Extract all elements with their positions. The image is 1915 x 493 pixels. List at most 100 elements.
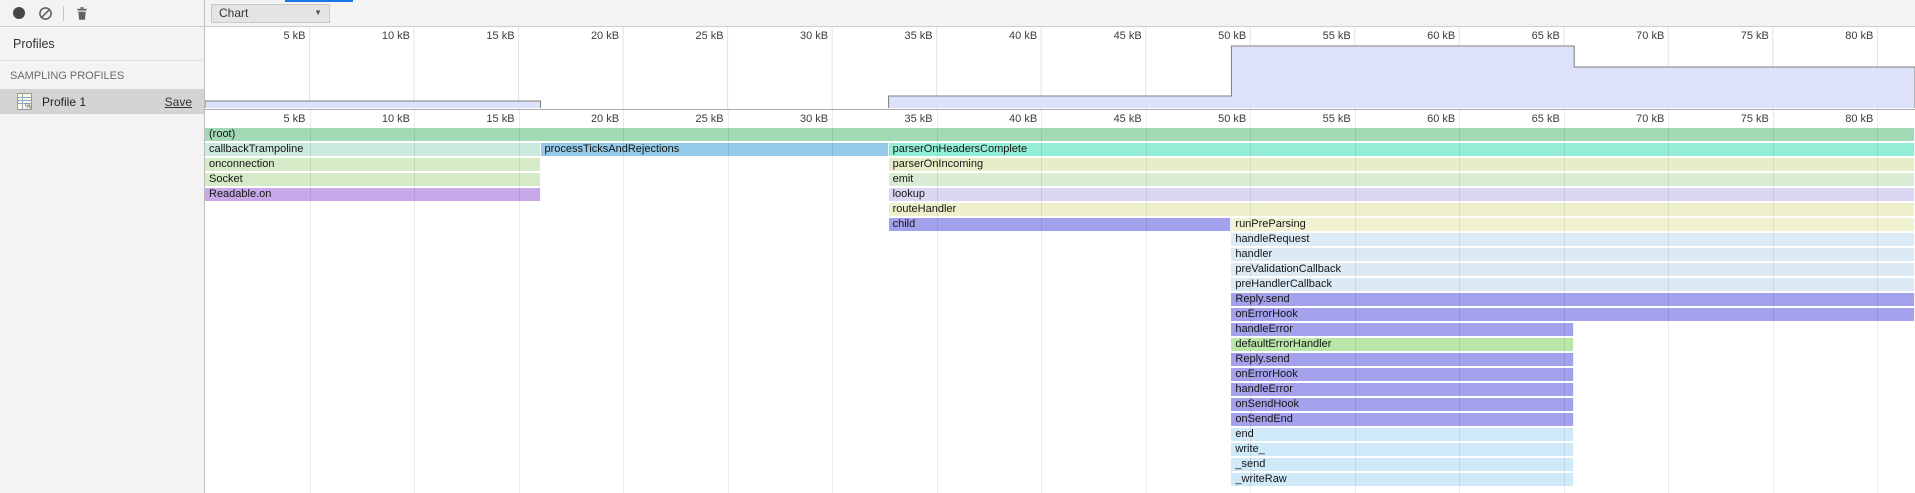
axis-tick-label: 50 kB [1176,113,1246,125]
flame-row: onconnection parserOnIncoming [205,157,1915,172]
chart-area: 5 kB10 kB15 kB20 kB25 kB30 kB35 kB40 kB4… [205,27,1915,493]
flame-row: childrunPreParsing [205,217,1915,232]
flame-rows: (root)callbackTrampolineprocessTicksAndR… [205,127,1915,487]
flame-row: Readable.on lookup [205,187,1915,202]
flame-bar[interactable]: onSendEnd [1231,413,1574,426]
flame-bar[interactable]: handleError [1231,323,1574,336]
sidebar-title: Profiles [0,27,204,61]
flame-row: handleError [205,382,1915,397]
toolbar-right: Chart ▼ [205,0,1915,26]
flame-bar[interactable]: onErrorHook [1231,368,1574,381]
flame-bar[interactable]: lookup [889,188,1915,201]
flame-bar[interactable]: write_ [1231,443,1574,456]
flame-row: preValidationCallback [205,262,1915,277]
flame-bar[interactable]: callbackTrampoline [205,143,541,156]
clear-button[interactable] [32,1,58,25]
axis-tick-label: 60 kB [1385,113,1455,125]
chart-view-select-value: Chart [219,6,248,20]
axis-tick-label: 55 kB [1281,113,1351,125]
flame-bar[interactable]: Readable.on [205,188,541,201]
toolbar: Chart ▼ [0,0,1915,27]
panel-body: Profiles SAMPLING PROFILES % Profile 1 S… [0,27,1915,493]
flame-bar[interactable]: runPreParsing [1231,218,1915,231]
flame-row: onSendHook [205,397,1915,412]
flame-bar[interactable]: onSendHook [1231,398,1574,411]
toolbar-separator [63,6,64,21]
flame-row: write_ [205,442,1915,457]
flame-row: defaultErrorHandler [205,337,1915,352]
flame-bar[interactable]: onErrorHook [1231,308,1915,321]
flame-ruler: 5 kB10 kB15 kB20 kB25 kB30 kB35 kB40 kB4… [205,110,1915,127]
flame-bar[interactable]: Reply.send [1231,353,1574,366]
flame-bar[interactable]: emit [889,173,1915,186]
flame-bar[interactable]: parserOnIncoming [889,158,1915,171]
save-profile-link[interactable]: Save [165,95,192,109]
flame-bar[interactable]: Socket [205,173,541,186]
flame-bar[interactable]: handleError [1231,383,1574,396]
axis-tick-label: 80 kB [1803,113,1873,125]
trash-icon [75,6,89,21]
flame-row: (root) [205,127,1915,142]
flame-bar[interactable]: routeHandler [889,203,1915,216]
profile-name: Profile 1 [42,95,165,109]
chart-view-select[interactable]: Chart ▼ [211,4,330,23]
chevron-down-icon: ▼ [314,9,322,17]
axis-tick-label: 40 kB [967,113,1037,125]
flame-chart-pane: 5 kB10 kB15 kB20 kB25 kB30 kB35 kB40 kB4… [205,110,1915,493]
flame-row: _send [205,457,1915,472]
flame-bar[interactable]: Reply.send [1231,293,1915,306]
flame-row: end [205,427,1915,442]
sampling-profiles-section-header: SAMPLING PROFILES [0,61,204,89]
axis-tick-label: 20 kB [549,113,619,125]
axis-tick-label: 70 kB [1594,113,1664,125]
memory-profiler-panel: Chart ▼ Profiles SAMPLING PROFILES % [0,0,1915,493]
axis-tick-label: 65 kB [1490,113,1560,125]
flame-bar[interactable]: preHandlerCallback [1231,278,1915,291]
active-tab-indicator [285,0,353,2]
flame-row: preHandlerCallback [205,277,1915,292]
axis-tick-label: 45 kB [1072,113,1142,125]
flame-row: _writeRaw [205,472,1915,487]
flame-row: callbackTrampolineprocessTicksAndRejecti… [205,142,1915,157]
overview-area-fill [205,46,1915,108]
flame-bar[interactable]: end [1231,428,1574,441]
flame-row: handler [205,247,1915,262]
sidebar-item-profile-1[interactable]: % Profile 1 Save [0,89,204,114]
block-icon [38,6,53,21]
heap-profile-icon: % [16,92,33,111]
flame-bar[interactable]: defaultErrorHandler [1231,338,1574,351]
flame-bar[interactable]: parserOnHeadersComplete [889,143,1915,156]
flame-row: routeHandler [205,202,1915,217]
flame-bar[interactable]: onconnection [205,158,541,171]
axis-tick-label: 75 kB [1699,113,1769,125]
flame-row: onErrorHook [205,367,1915,382]
axis-tick-label: 35 kB [863,113,933,125]
flame-row: handleError [205,322,1915,337]
flame-bar[interactable]: (root) [205,128,1915,141]
flame-row: onSendEnd [205,412,1915,427]
toolbar-left [0,0,205,26]
axis-tick-label: 5 kB [236,113,306,125]
flame-bar[interactable]: _writeRaw [1231,473,1574,486]
axis-tick-label: 15 kB [445,113,515,125]
record-icon [12,6,26,20]
axis-tick-label: 25 kB [654,113,724,125]
flame-bar[interactable]: processTicksAndRejections [541,143,889,156]
profiles-sidebar: Profiles SAMPLING PROFILES % Profile 1 S… [0,27,205,493]
flame-bar[interactable]: preValidationCallback [1231,263,1915,276]
flame-row: handleRequest [205,232,1915,247]
axis-tick-label: 30 kB [758,113,828,125]
flame-bar[interactable]: child [889,218,1232,231]
flame-bar[interactable]: handler [1231,248,1915,261]
overview-area-chart [205,27,1915,109]
delete-profile-button[interactable] [69,1,95,25]
flame-row: Socket emit [205,172,1915,187]
flame-row: Reply.send [205,292,1915,307]
flame-row: Reply.send [205,352,1915,367]
flame-bar[interactable]: _send [1231,458,1574,471]
flame-bar[interactable]: handleRequest [1231,233,1915,246]
record-button[interactable] [6,1,32,25]
memory-overview-pane[interactable]: 5 kB10 kB15 kB20 kB25 kB30 kB35 kB40 kB4… [205,27,1915,110]
flame-row: onErrorHook [205,307,1915,322]
svg-text:%: % [25,104,31,111]
